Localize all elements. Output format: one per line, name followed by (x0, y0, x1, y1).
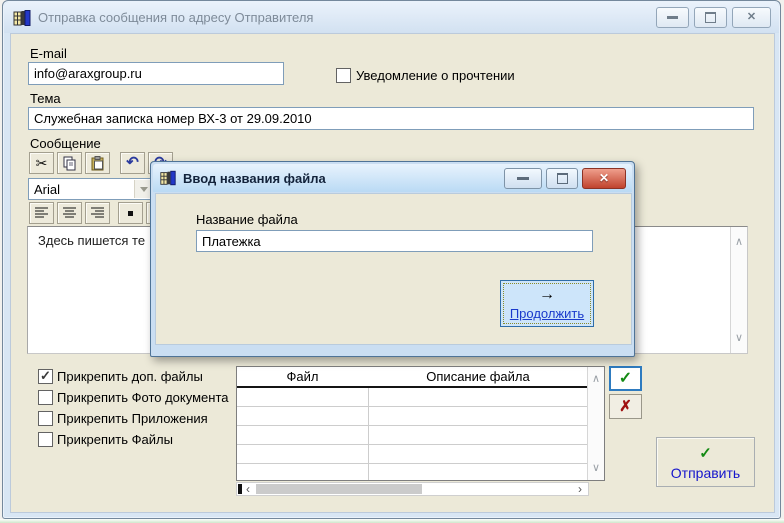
scroll-down-icon[interactable]: ∨ (588, 461, 604, 475)
table-vscrollbar[interactable]: ∧ ∨ (587, 367, 604, 480)
maximize-icon[interactable] (694, 7, 727, 28)
align-left-icon (34, 207, 48, 218)
cut-icon: ✂ (35, 155, 48, 171)
attach-apps-label: Прикрепить Приложения (57, 411, 208, 426)
scroll-left-icon[interactable]: ‹ (246, 483, 250, 495)
message-label: Сообщение (30, 136, 101, 151)
scroll-up-icon[interactable]: ∧ (731, 235, 747, 249)
send-button-label: Отправить (670, 465, 741, 481)
bullet-icon (128, 210, 133, 216)
table-row[interactable] (237, 464, 588, 483)
align-center-icon (62, 207, 76, 218)
scroll-up-icon[interactable]: ∧ (588, 372, 604, 386)
send-check-icon: ✓ (699, 445, 712, 462)
cut-button[interactable]: ✂ (29, 152, 54, 174)
dialog-body: Название файла → Продолжить (155, 193, 632, 345)
table-body (237, 388, 588, 483)
scroll-down-icon[interactable]: ∨ (731, 331, 747, 345)
read-receipt-label: Уведомление о прочтении (356, 68, 515, 83)
continue-button[interactable]: → Продолжить (500, 280, 594, 327)
undo-button[interactable]: ↶ (120, 152, 145, 174)
paste-button[interactable] (85, 152, 110, 174)
delete-attachment-button[interactable]: ✗ (609, 394, 642, 419)
paste-icon (91, 155, 103, 170)
green-check-icon: ✓ (618, 369, 633, 387)
read-receipt-checkbox[interactable] (336, 68, 351, 83)
table-row[interactable] (237, 426, 588, 445)
align-center-button[interactable] (57, 202, 82, 224)
hscroll-thumb[interactable] (256, 484, 422, 494)
filename-label: Название файла (196, 212, 298, 227)
filename-field[interactable] (196, 230, 593, 252)
align-right-icon (90, 207, 104, 218)
attach-files-checkbox[interactable] (38, 432, 53, 447)
desktop-strip (0, 519, 784, 523)
dialog-title: Ввод названия файла (183, 170, 326, 186)
close-icon[interactable]: ✕ (732, 7, 771, 28)
column-header-description: Описание файла (426, 369, 530, 384)
table-row[interactable] (237, 445, 588, 464)
table-header: Файл Описание файла (237, 367, 588, 388)
attach-doc-photo-checkbox[interactable] (38, 390, 53, 405)
subject-label: Тема (30, 91, 61, 106)
dialog-minimize-icon[interactable] (504, 167, 542, 189)
dialog-maximize-icon[interactable] (546, 167, 578, 189)
confirm-attachment-button[interactable]: ✓ (609, 366, 642, 391)
scroll-right-icon[interactable]: › (578, 483, 582, 495)
message-vscrollbar[interactable]: ∧ ∨ (730, 227, 747, 353)
font-select[interactable]: Arial (28, 178, 154, 200)
filename-dialog: Ввод названия файла ✕ Название файла → П… (150, 161, 635, 357)
hscroll-mark (238, 484, 242, 494)
screen: Отправка сообщения по адресу Отправителя… (0, 0, 784, 523)
dialog-titlebar: Ввод названия файла ✕ (153, 164, 632, 192)
send-button[interactable]: ✓ Отправить (656, 437, 755, 487)
copy-icon (63, 156, 75, 170)
continue-button-label: Продолжить (509, 306, 585, 321)
dialog-close-icon[interactable]: ✕ (582, 167, 626, 189)
copy-button[interactable] (57, 152, 82, 174)
font-select-value: Arial (34, 181, 61, 197)
column-header-file: Файл (286, 369, 319, 384)
table-row[interactable] (237, 388, 588, 407)
align-left-button[interactable] (29, 202, 54, 224)
bullet-list-button[interactable] (118, 202, 143, 224)
main-titlebar: Отправка сообщения по адресу Отправителя… (4, 2, 779, 33)
table-hscrollbar[interactable]: ‹ › (236, 482, 589, 496)
table-row[interactable] (237, 407, 588, 426)
undo-icon: ↶ (126, 154, 139, 171)
arrow-right-icon: → (539, 286, 555, 303)
attach-files-label: Прикрепить Файлы (57, 432, 173, 447)
app-books-icon (160, 170, 176, 186)
checkmark-icon: ✓ (40, 368, 51, 383)
app-books-icon (13, 9, 31, 26)
align-right-button[interactable] (85, 202, 110, 224)
email-label: E-mail (30, 46, 67, 61)
minimize-icon[interactable] (656, 7, 689, 28)
subject-field[interactable] (28, 107, 754, 130)
column-separator (368, 388, 369, 480)
attach-apps-checkbox[interactable] (38, 411, 53, 426)
attach-extra-files-label: Прикрепить доп. файлы (57, 369, 203, 384)
email-field[interactable] (28, 62, 284, 85)
red-cross-icon: ✗ (619, 398, 632, 415)
message-text: Здесь пишется те (38, 233, 146, 248)
main-window-title: Отправка сообщения по адресу Отправителя (38, 10, 314, 25)
attach-doc-photo-label: Прикрепить Фото документа (57, 390, 229, 405)
attachments-table: Файл Описание файла ∧ ∨ (236, 366, 605, 483)
attach-extra-files-checkbox[interactable]: ✓ (38, 368, 53, 384)
